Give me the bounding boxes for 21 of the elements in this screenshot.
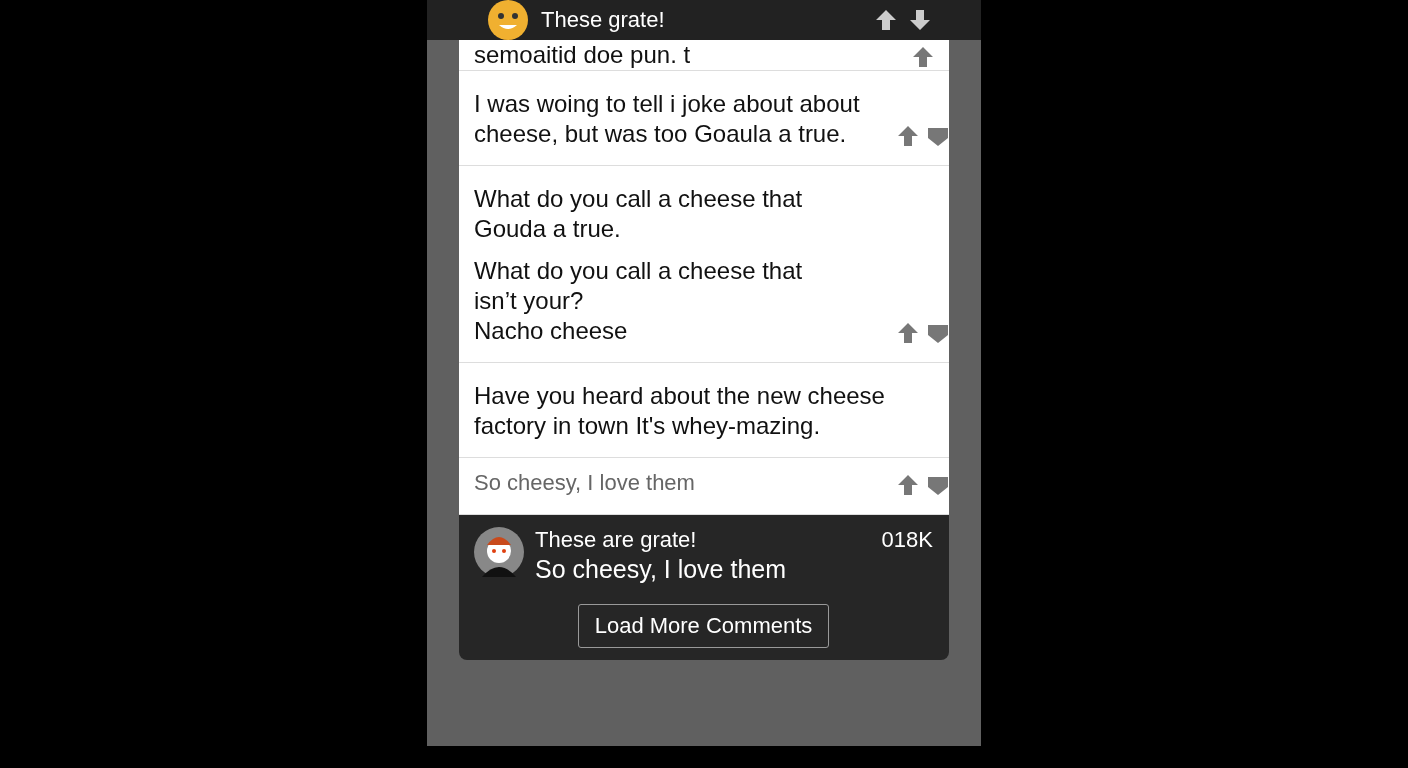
upvote-icon[interactable] [897, 474, 919, 496]
comment-text: Have you heard about the new cheese factory in town It's whey-mazing. [474, 381, 886, 441]
downvote-icon[interactable] [927, 474, 949, 496]
comment-text: I was woing to tell i joke about about cheese, but was too Goaula a true. [474, 89, 861, 149]
comment-text: What do you call a cheese that isn’t your? Nacho cheese [474, 256, 804, 346]
comment-text: So cheesy, I love them [474, 469, 696, 497]
comment-title: These are grate! [535, 527, 698, 553]
avatar-icon [474, 527, 524, 577]
load-more-button[interactable]: Load More Comments [577, 604, 830, 648]
downvote-icon[interactable] [927, 125, 949, 147]
header-title: These grate! [541, 7, 666, 33]
upvote-icon[interactable] [875, 9, 897, 31]
upvote-icon[interactable] [897, 125, 919, 147]
comment-text: What do you call a cheese that Gouda a true. [474, 184, 804, 244]
comment-text: semoaitid doe pun. t [474, 40, 692, 70]
upvote-icon[interactable] [897, 322, 919, 344]
downvote-icon[interactable] [927, 322, 949, 344]
upvote-icon[interactable] [912, 46, 934, 68]
comment-text: So cheesy, I love them [535, 555, 788, 584]
vote-count: 018K [881, 527, 933, 554]
downvote-icon[interactable] [909, 9, 931, 31]
